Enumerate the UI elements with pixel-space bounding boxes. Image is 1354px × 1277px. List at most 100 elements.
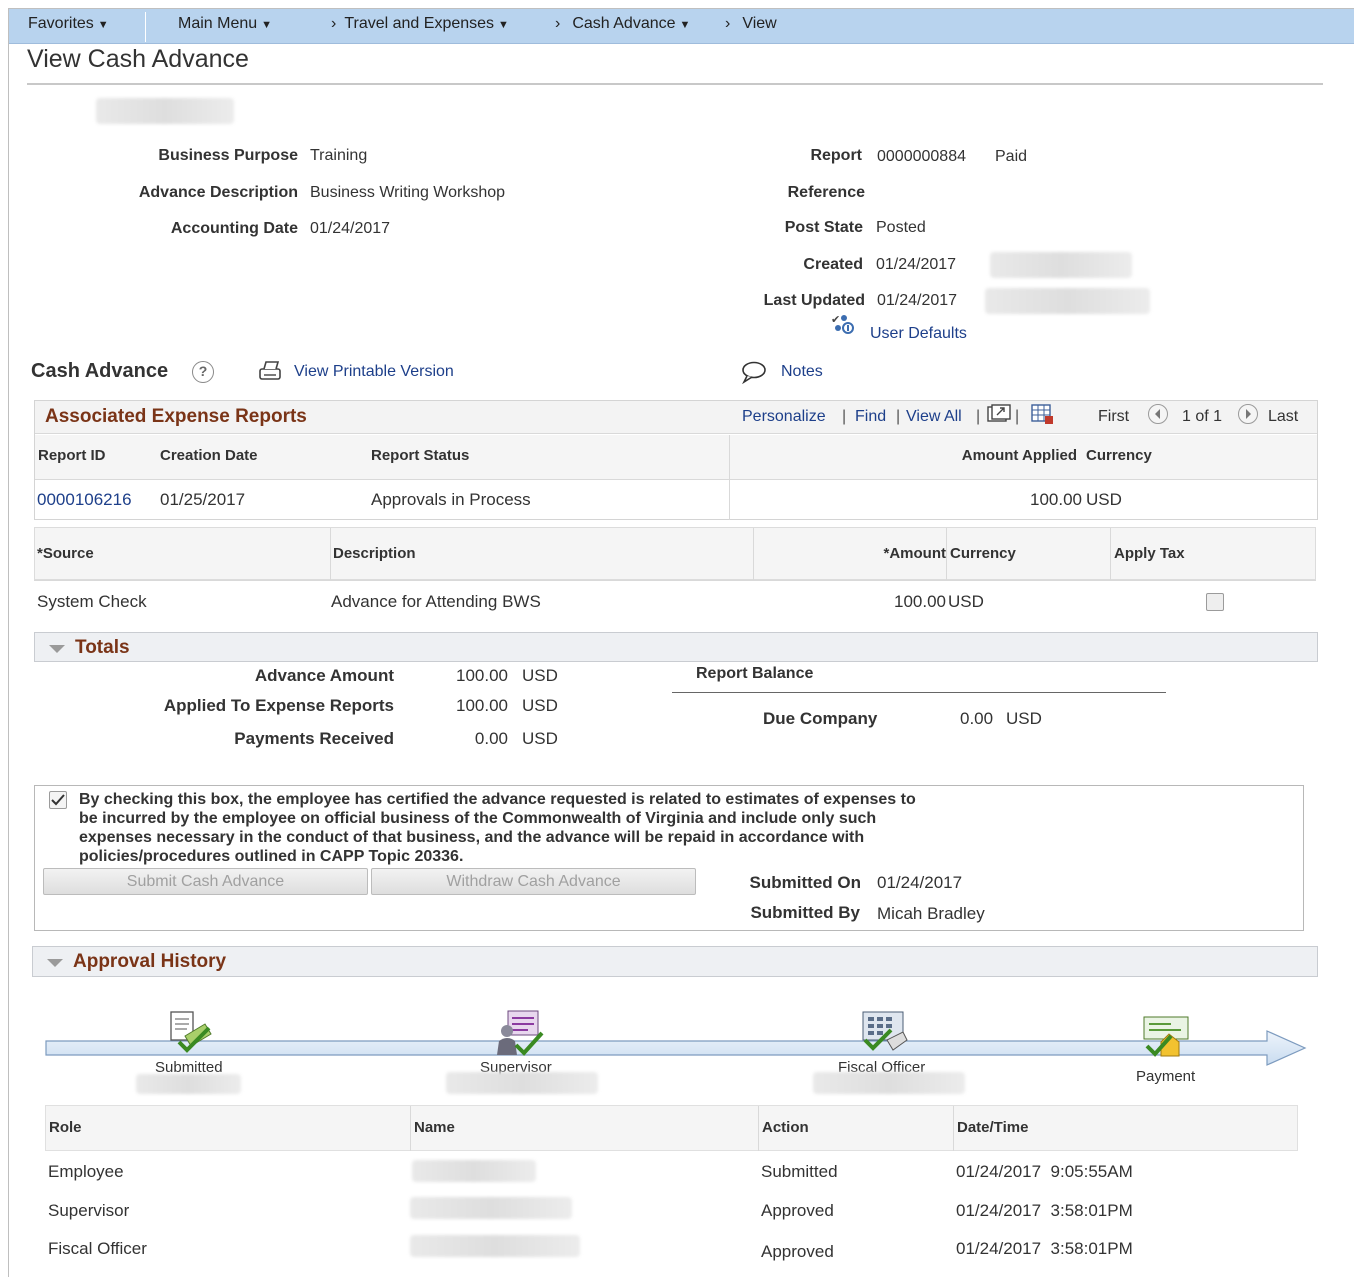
col-amount[interactable]: *Amount <box>884 545 947 562</box>
first-label: First <box>1098 408 1130 425</box>
submitted-step-icon <box>170 1011 212 1053</box>
last-label: Last <box>1268 408 1299 425</box>
report-id-link[interactable]: 0000106216 <box>37 490 132 510</box>
view-printable-link[interactable]: View Printable Version <box>294 363 454 381</box>
business-purpose-value: Training <box>310 147 368 164</box>
notes-icon[interactable] <box>741 360 769 389</box>
breadcrumb-travel-label: Travel and Expenses <box>344 15 495 32</box>
favorites-menu[interactable]: Favorites ▼ <box>28 15 109 33</box>
redacted-approver-name <box>410 1235 580 1257</box>
description-cell: Advance for Attending BWS <box>331 592 541 611</box>
chevron-down-icon: ▼ <box>261 19 273 31</box>
approval-action-cell: Submitted <box>761 1162 838 1181</box>
submit-cash-advance-button[interactable]: Submit Cash Advance <box>43 868 368 895</box>
chevron-down-icon: ▼ <box>97 19 109 31</box>
title-divider <box>27 83 1323 85</box>
due-company-currency: USD <box>1006 709 1042 728</box>
approval-datetime-cell: 01/24/2017 3:58:01PM <box>956 1201 1133 1220</box>
submitted-on-label: Submitted On <box>749 873 861 892</box>
approval-col-divider <box>758 1106 759 1151</box>
personalize-link[interactable]: Personalize <box>742 408 826 426</box>
redacted-submitter <box>136 1074 241 1094</box>
approval-action-cell: Approved <box>761 1201 834 1220</box>
user-defaults-icon[interactable]: ✔ <box>830 313 856 340</box>
approval-history-bar[interactable]: Approval History <box>32 946 1318 977</box>
breadcrumb-travel[interactable]: › Travel and Expenses ▼ <box>331 15 509 33</box>
grid-divider-1: | <box>842 408 847 425</box>
source-col-divider <box>330 528 331 580</box>
pager-count: 1 of 1 <box>1182 408 1223 425</box>
approval-history-title: Approval History <box>73 951 227 972</box>
post-state-label: Post State <box>784 219 863 236</box>
col-action[interactable]: Action <box>762 1119 809 1136</box>
breadcrumb-cash-advance-label: Cash Advance <box>572 15 676 32</box>
amount-cell: 100.00 <box>894 592 946 611</box>
submitted-by-label: Submitted By <box>750 903 860 922</box>
nav-divider <box>145 12 146 42</box>
previous-icon[interactable] <box>1147 403 1169 430</box>
approval-datetime-cell: 01/24/2017 9:05:55AM <box>956 1162 1133 1181</box>
col-currency[interactable]: Currency <box>1086 447 1152 464</box>
submitted-on-value: 01/24/2017 <box>877 873 963 892</box>
redacted-created-by <box>990 252 1132 278</box>
payment-step-icon <box>1143 1016 1189 1057</box>
breadcrumb-view-label: View <box>742 15 777 32</box>
cash-advance-heading: Cash Advance <box>31 360 169 382</box>
user-defaults-link[interactable]: User Defaults <box>870 325 967 343</box>
col-name[interactable]: Name <box>414 1119 455 1136</box>
chevron-right-icon: › <box>331 15 337 32</box>
grid-divider-2: | <box>896 408 901 425</box>
favorites-label: Favorites <box>28 15 94 32</box>
notes-link[interactable]: Notes <box>781 363 823 381</box>
grid-col-divider <box>729 435 730 520</box>
report-id-value: 0000000884 <box>877 148 966 165</box>
report-status-value: Paid <box>995 148 1028 165</box>
accounting-date-label: Accounting Date <box>170 220 298 237</box>
main-menu[interactable]: Main Menu ▼ <box>178 15 272 33</box>
printer-icon[interactable] <box>257 360 283 389</box>
redacted-approver-name <box>410 1197 572 1219</box>
col-role[interactable]: Role <box>49 1119 82 1136</box>
totals-section-bar[interactable]: Totals <box>34 632 1318 662</box>
grid-row-divider <box>35 479 1317 480</box>
certify-line: By checking this box, the employee has c… <box>79 791 916 808</box>
col-datetime[interactable]: Date/Time <box>957 1119 1028 1136</box>
col-report-id[interactable]: Report ID <box>38 447 106 464</box>
amount-applied-cell: 100.00 <box>1030 490 1082 509</box>
advance-description-label: Advance Description <box>138 184 298 201</box>
help-icon[interactable]: ? <box>192 361 214 383</box>
col-source[interactable]: *Source <box>37 545 94 562</box>
nav-bar: Favorites ▼ Main Menu ▼ › Travel and Expens… <box>9 9 1354 44</box>
fiscal-officer-step-icon <box>862 1011 908 1051</box>
chevron-right-icon: › <box>555 15 561 32</box>
redacted-fiscal-officer <box>813 1072 965 1094</box>
submitted-by-value: Micah Bradley <box>877 904 985 923</box>
chevron-down-icon: ▼ <box>498 19 509 31</box>
zoom-icon[interactable] <box>987 404 1011 429</box>
approval-col-divider <box>953 1106 954 1151</box>
next-icon[interactable] <box>1237 403 1259 430</box>
download-grid-icon[interactable] <box>1030 403 1054 430</box>
created-label: Created <box>803 256 863 273</box>
step-payment-label: Payment <box>1136 1068 1196 1085</box>
accounting-date-value: 01/24/2017 <box>310 220 391 237</box>
associated-reports-title: Associated Expense Reports <box>45 406 307 427</box>
approval-datetime-cell: 01/24/2017 3:58:01PM <box>956 1239 1133 1258</box>
find-link[interactable]: Find <box>855 408 886 426</box>
view-all-link[interactable]: View All <box>906 408 962 426</box>
source-col-divider <box>1110 528 1111 580</box>
col-description[interactable]: Description <box>333 545 416 562</box>
withdraw-cash-advance-button[interactable]: Withdraw Cash Advance <box>371 868 696 895</box>
col-amount-applied[interactable]: Amount Applied <box>962 447 1077 464</box>
col-creation-date[interactable]: Creation Date <box>160 447 258 464</box>
applied-label: Applied To Expense Reports <box>163 696 394 715</box>
col-apply-tax[interactable]: Apply Tax <box>1114 545 1185 562</box>
col-report-status[interactable]: Report Status <box>371 447 469 464</box>
apply-tax-checkbox[interactable] <box>1206 593 1224 611</box>
certify-checkbox[interactable] <box>49 791 67 809</box>
breadcrumb-view[interactable]: › View <box>725 15 777 33</box>
svg-text:✔: ✔ <box>831 313 840 326</box>
col-source-currency[interactable]: Currency <box>950 545 1016 562</box>
certify-line: be incurred by the employee on official … <box>79 810 877 827</box>
breadcrumb-cash-advance[interactable]: › Cash Advance ▼ <box>555 15 690 33</box>
